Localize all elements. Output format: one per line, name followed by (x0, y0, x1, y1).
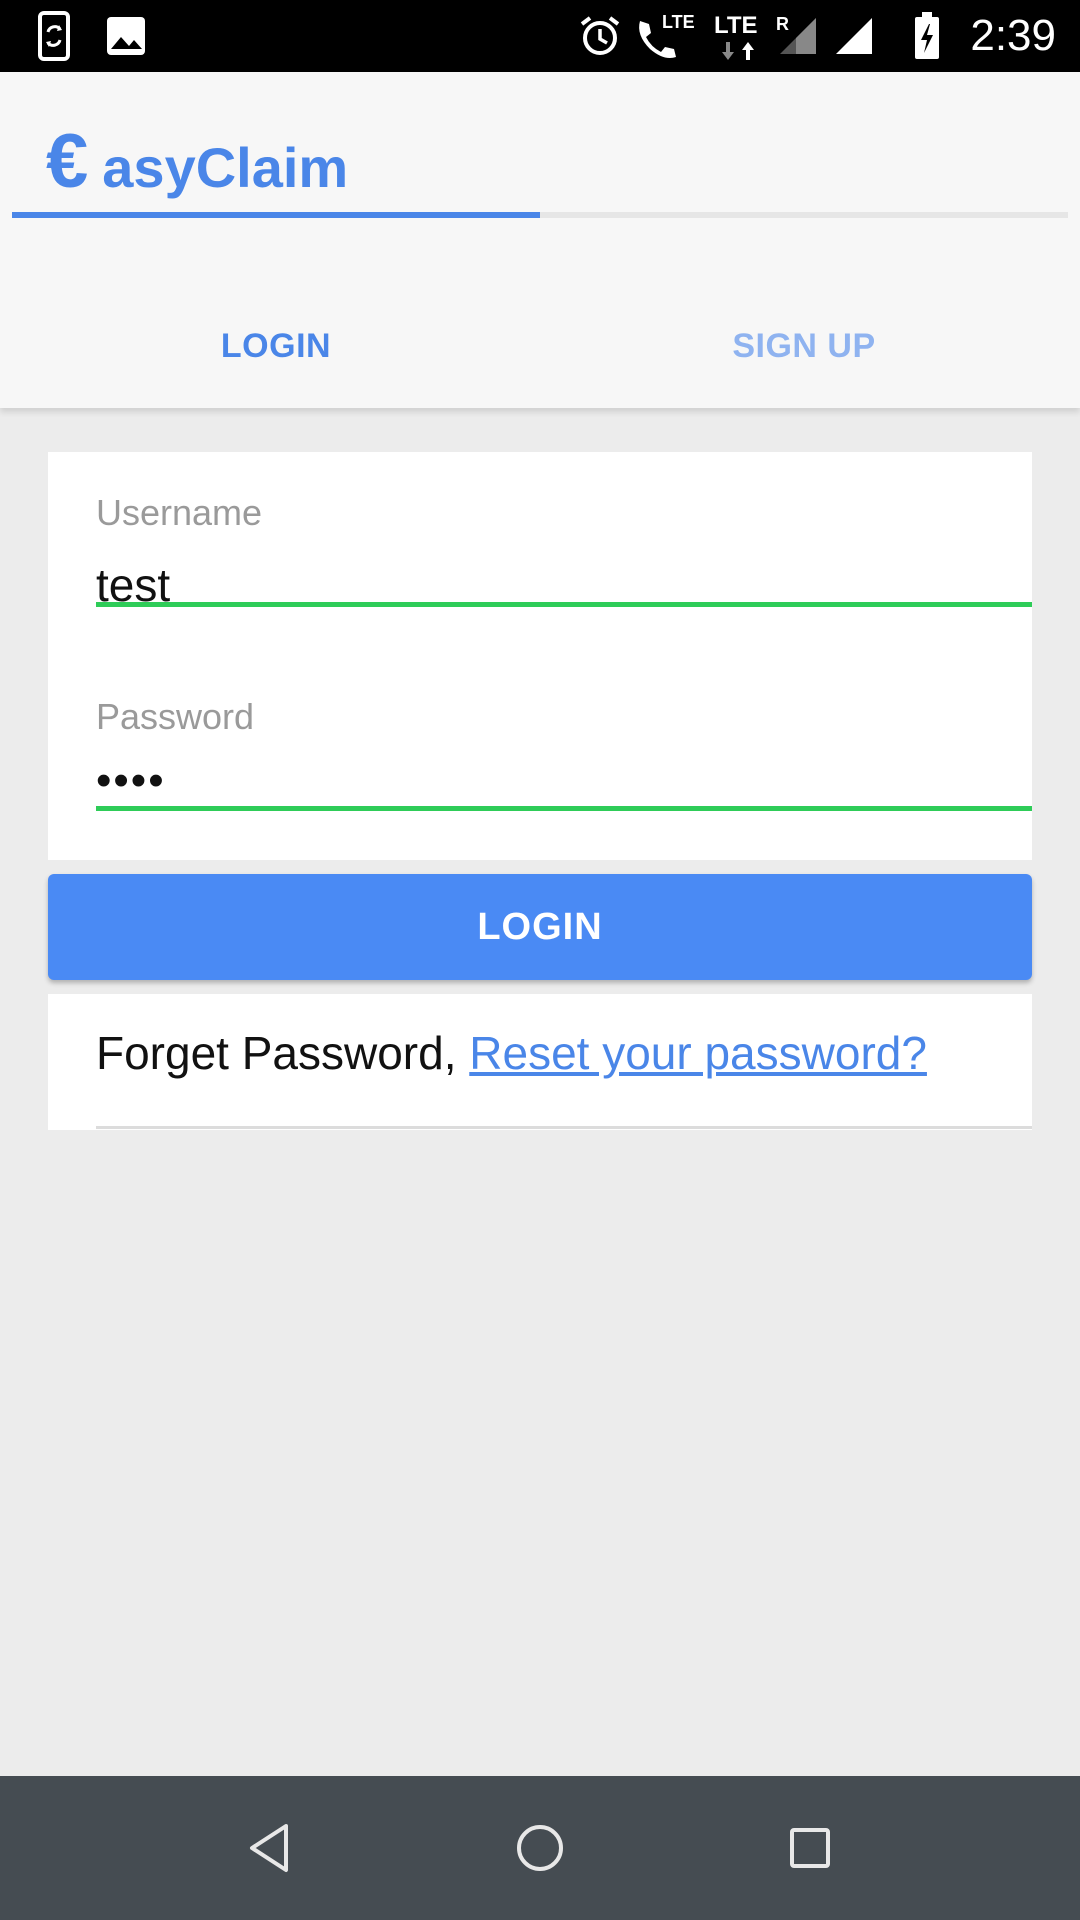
tab-sign-up[interactable]: SIGN UP (540, 312, 1068, 380)
screen-rotate-icon (36, 0, 76, 72)
username-underline (96, 602, 1032, 607)
status-time: 2:39 (970, 11, 1056, 60)
signal-full-icon (834, 0, 874, 72)
username-field[interactable]: Username test (96, 492, 1032, 611)
signal-icon (778, 0, 818, 72)
battery-charging-icon (912, 0, 942, 72)
back-icon[interactable] (210, 1776, 330, 1920)
tab-login[interactable]: LOGIN (12, 312, 540, 380)
tab-bar: LOGIN SIGN UP (12, 312, 1068, 392)
euro-logo-icon: € (46, 119, 89, 204)
app-name: asyClaim (102, 136, 349, 199)
lte-call-icon: LTE (634, 0, 695, 72)
tab-active-indicator (12, 212, 540, 218)
status-bar: LTE LTE R 2:39 (0, 0, 1080, 72)
image-icon (104, 0, 148, 72)
alarm-icon (578, 0, 622, 72)
password-underline (96, 806, 1032, 811)
app-header: € asyClaim LOGIN SIGN UP (0, 72, 1080, 408)
password-input[interactable]: •••• (96, 756, 166, 806)
forgot-password-line: Forget Password, Reset your password? (96, 1026, 927, 1080)
password-label: Password (96, 696, 255, 737)
reset-password-link[interactable]: Reset your password? (469, 1027, 927, 1079)
recents-icon[interactable] (750, 1776, 870, 1920)
forgot-divider (96, 1126, 1032, 1129)
forgot-password-card: Forget Password, Reset your password? (48, 994, 1032, 1130)
login-form-card: Username test Password •••• (48, 452, 1032, 860)
app-logo: € asyClaim (46, 112, 348, 212)
home-icon[interactable] (480, 1776, 600, 1920)
password-field[interactable]: Password •••• (96, 696, 1032, 812)
forgot-password-text: Forget Password, (96, 1027, 470, 1079)
system-nav-bar (0, 1776, 1080, 1920)
login-button[interactable]: LOGIN (48, 874, 1032, 980)
username-label: Username (96, 492, 263, 533)
